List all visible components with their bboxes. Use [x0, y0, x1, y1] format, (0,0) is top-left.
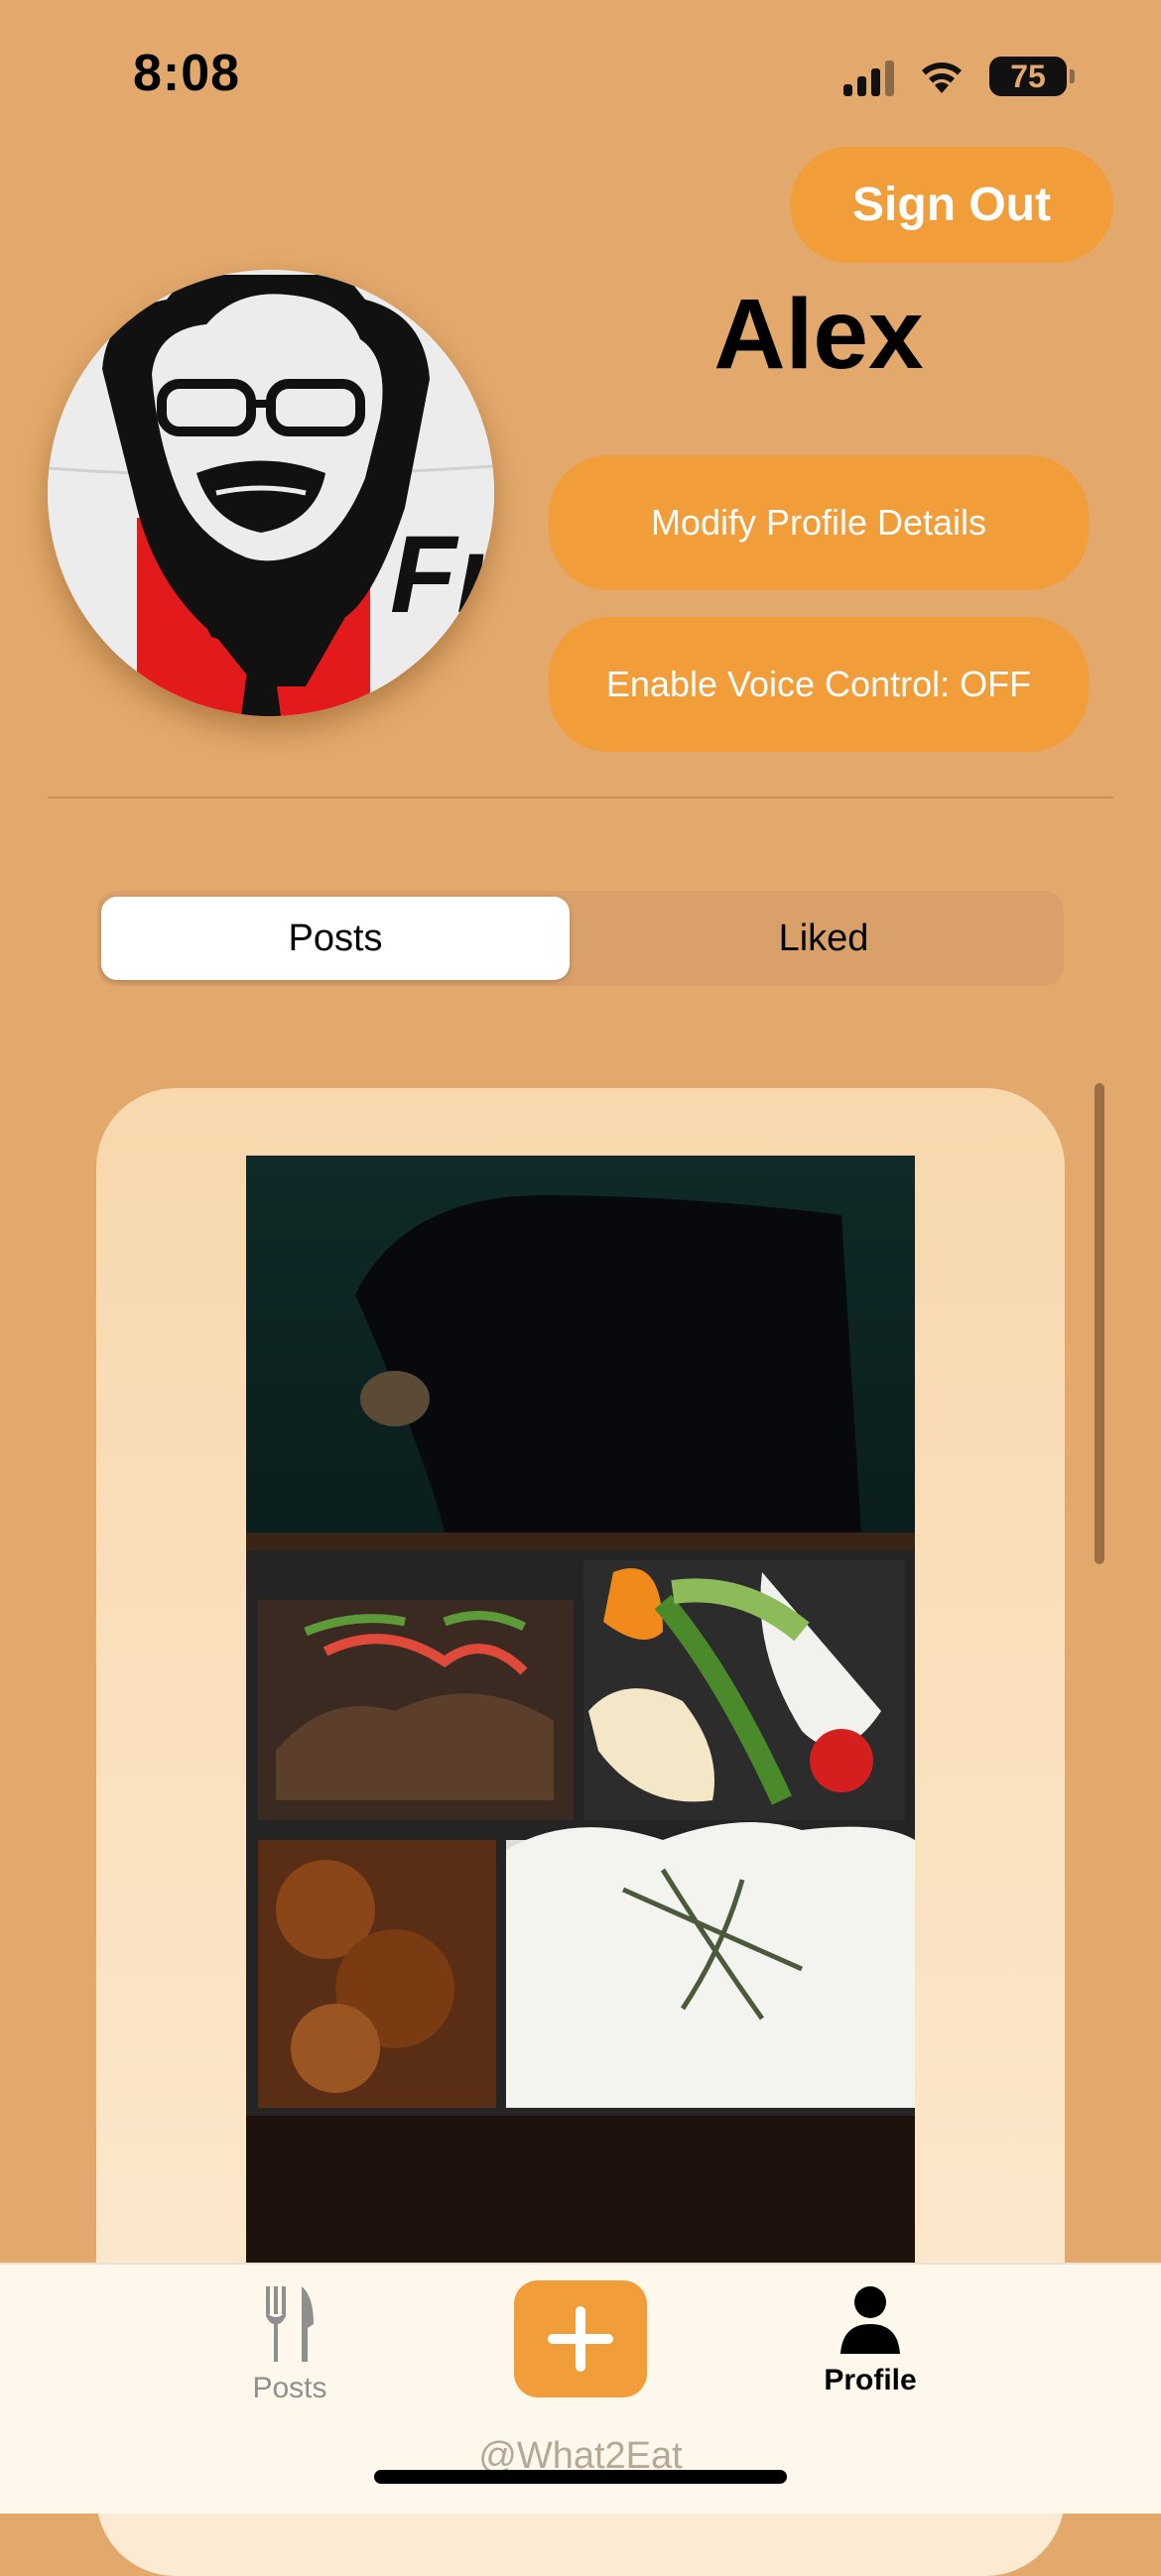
wifi-icon [918, 58, 966, 95]
plus-icon [548, 2306, 613, 2372]
fork-knife-icon [266, 2286, 314, 2362]
tab-posts[interactable]: Posts [191, 2284, 389, 2405]
posts-liked-segmented-control[interactable]: Posts Liked [97, 891, 1064, 986]
add-post-button[interactable] [514, 2280, 647, 2397]
modify-profile-button[interactable]: Modify Profile Details [549, 455, 1089, 590]
status-icons: 75 [843, 52, 1075, 101]
voice-control-toggle-button[interactable]: Enable Voice Control: OFF [549, 617, 1089, 752]
profile-name: Alex [713, 279, 924, 390]
divider [48, 797, 1113, 798]
sign-out-button[interactable]: Sign Out [790, 147, 1113, 263]
status-time: 8:08 [133, 45, 241, 102]
post-photo-bento[interactable] [246, 1156, 915, 2267]
colonel-logo-image: Fr [48, 270, 494, 716]
tab-profile-label: Profile [824, 2364, 917, 2396]
scrollbar[interactable] [1095, 1083, 1104, 1564]
tab-profile[interactable]: Profile [771, 2284, 969, 2397]
home-indicator[interactable] [374, 2470, 787, 2484]
battery-icon: 75 [989, 57, 1075, 96]
segment-liked[interactable]: Liked [589, 897, 1058, 980]
tab-posts-label: Posts [252, 2372, 327, 2404]
avatar[interactable]: Fr [48, 270, 494, 716]
battery-level: 75 [989, 57, 1067, 96]
person-icon [840, 2286, 900, 2354]
avatar-logo-text: Fr [390, 514, 494, 636]
cellular-signal-icon [843, 57, 894, 96]
segment-posts[interactable]: Posts [101, 897, 570, 980]
